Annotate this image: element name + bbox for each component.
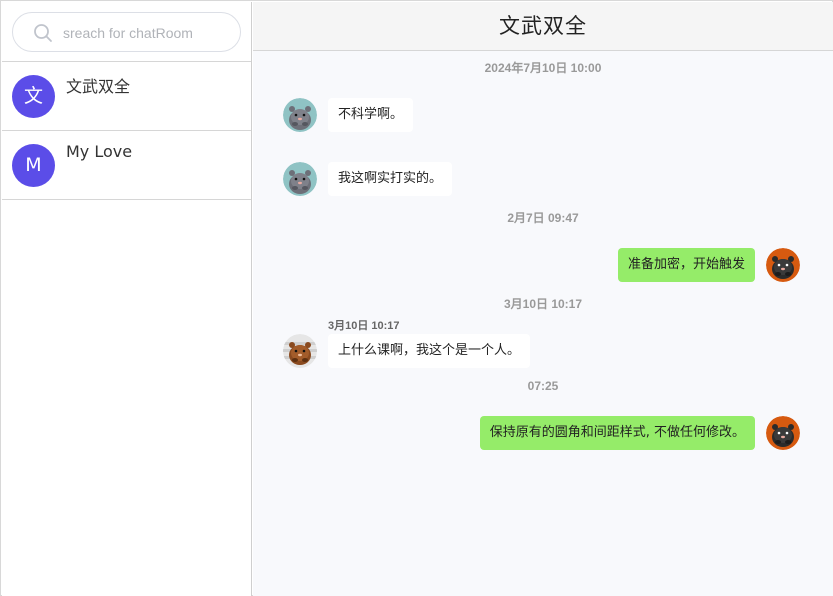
orange-hamster-avatar-icon[interactable] bbox=[766, 416, 800, 450]
search-box[interactable] bbox=[12, 12, 241, 52]
search-input[interactable] bbox=[63, 21, 233, 45]
room-name: My Love bbox=[66, 142, 133, 161]
time-divider: 2024年7月10日 10:00 bbox=[484, 61, 602, 75]
orange-hamster-avatar-icon[interactable] bbox=[766, 248, 800, 282]
search-icon bbox=[34, 24, 52, 42]
brown-hamster-avatar-icon[interactable] bbox=[283, 334, 317, 368]
time-divider: 2月7日 09:47 bbox=[507, 211, 579, 225]
gray-hamster-avatar-icon[interactable] bbox=[283, 162, 317, 196]
message-bubble[interactable]: 上什么课啊，我这个是一个人。 bbox=[328, 334, 531, 368]
chat-title: 文武双全 bbox=[253, 2, 833, 51]
sidebar: 文 文武双全 M My Love bbox=[2, 2, 252, 596]
room-item-my-love[interactable]: M My Love bbox=[2, 131, 251, 200]
chat-app: 文 文武双全 M My Love 文武双全 2024年7月10日 10:00 不… bbox=[0, 0, 833, 596]
message-bubble-own[interactable]: 准备加密，开始触发 bbox=[617, 248, 755, 282]
room-item-wenwu[interactable]: 文 文武双全 bbox=[2, 62, 251, 131]
message-timestamp: 3月10日 10:17 bbox=[328, 320, 400, 332]
search-area bbox=[2, 2, 251, 62]
gray-hamster-avatar-icon[interactable] bbox=[283, 98, 317, 132]
room-name: 文武双全 bbox=[66, 77, 131, 96]
time-divider: 3月10日 10:17 bbox=[503, 297, 583, 311]
message-bubble-own[interactable]: 保持原有的圆角和间距样式, 不做任何修改。 bbox=[479, 416, 755, 450]
message-bubble[interactable]: 不科学啊。 bbox=[328, 98, 414, 132]
message-bubble[interactable]: 我这啊实打实的。 bbox=[328, 162, 453, 196]
room-avatar: 文 bbox=[12, 75, 55, 118]
chat-panel: 文武双全 2024年7月10日 10:00 不科学啊。 我这啊实打实的。 2月7… bbox=[253, 2, 833, 596]
time-divider: 07:25 bbox=[527, 379, 559, 393]
room-avatar: M bbox=[12, 144, 55, 187]
